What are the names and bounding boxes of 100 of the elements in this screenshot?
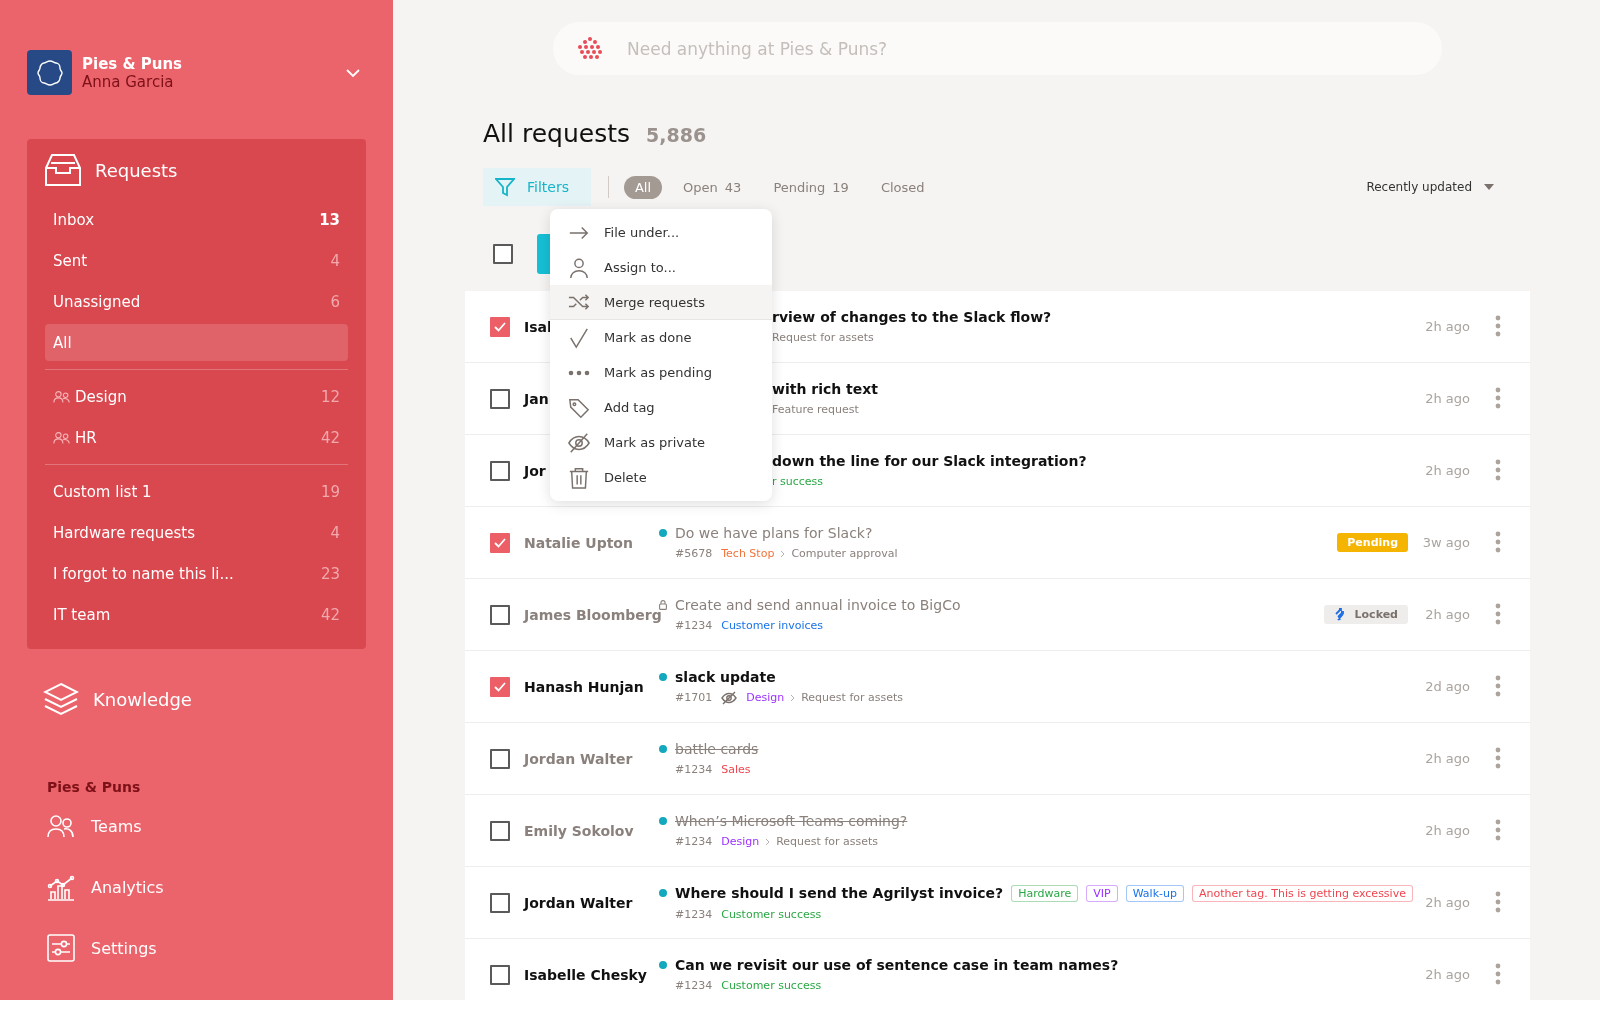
subcategory-label[interactable]: Request for assets xyxy=(801,691,904,704)
request-row[interactable]: Natalie Upton Do we have plans for Slack? #5678 Tech Stop Computer approval Pending 3w ago xyxy=(465,507,1530,579)
action-button[interactable] xyxy=(537,234,551,274)
status-tab[interactable]: All xyxy=(623,175,663,199)
request-subject[interactable]: Create and send annual invoice to BigCo xyxy=(675,597,961,613)
time-ago: 2h ago xyxy=(1424,823,1470,838)
select-all-checkbox[interactable] xyxy=(493,244,513,264)
time-ago: 2h ago xyxy=(1424,751,1470,766)
nav-item[interactable]: IT team 42 xyxy=(45,596,348,633)
request-number: #1234 xyxy=(675,907,713,921)
menu-item[interactable]: Mark as done xyxy=(550,320,772,355)
subcategory-label[interactable]: Feature request xyxy=(772,403,859,416)
category-label[interactable]: Customer invoices xyxy=(721,619,824,632)
workspace-name: Pies & Puns xyxy=(82,54,184,73)
time-ago: 2h ago xyxy=(1424,607,1470,622)
request-subject[interactable]: battle cards xyxy=(675,741,759,757)
nav-item[interactable]: All xyxy=(45,324,348,361)
category-label[interactable]: Tech Stop xyxy=(721,547,775,560)
checkbox[interactable] xyxy=(490,892,510,913)
nav-item[interactable]: HR 42 xyxy=(45,419,348,456)
requester-name: James Bloomberg xyxy=(524,606,662,623)
sort-dropdown[interactable]: Recently updated xyxy=(1360,179,1500,195)
status-tab[interactable]: Pending 19 xyxy=(762,175,860,199)
time-ago: 2h ago xyxy=(1424,391,1470,406)
requester-name: Jordan Walter xyxy=(524,750,633,767)
checkbox[interactable] xyxy=(490,532,510,553)
filters-button[interactable]: Filters xyxy=(483,168,591,206)
eye-slash-icon xyxy=(568,431,590,454)
chevron-icon xyxy=(790,693,796,702)
request-row[interactable]: Emily Sokolov When’s Microsoft Teams coming? #1234 Design Request for assets 2h ago xyxy=(465,795,1530,867)
request-row[interactable]: Isabelle Chesky Can we revisit our use of sentence case in team names? #1234 Customer success 2h ago xyxy=(465,939,1530,1000)
checkbox[interactable] xyxy=(490,460,510,481)
checkbox[interactable] xyxy=(490,748,510,769)
request-subject[interactable]: down the line for our Slack integration? xyxy=(772,453,1087,469)
category-label[interactable]: Design xyxy=(746,691,785,704)
nav-item[interactable]: Custom list 1 19 xyxy=(45,473,348,510)
people-icon xyxy=(53,389,71,404)
nav-count: 6 xyxy=(330,292,340,311)
section-title[interactable]: Requests xyxy=(95,159,178,181)
funnel-icon xyxy=(495,177,515,197)
request-subject[interactable]: Where should I send the Agrilyst invoice? xyxy=(675,885,1004,901)
request-subject[interactable]: Can we revisit our use of sentence case in team names? xyxy=(675,957,1119,973)
tag: Another tag. This is getting excessive xyxy=(1191,884,1413,902)
nav-link[interactable]: Analytics xyxy=(91,877,164,897)
search-field[interactable]: Need anything at Pies & Puns? xyxy=(553,22,1442,75)
category-label[interactable]: Sales xyxy=(721,763,751,776)
checkbox[interactable] xyxy=(490,388,510,409)
user-name: Anna Garcia xyxy=(82,72,175,91)
menu-item[interactable]: Add tag xyxy=(550,390,772,425)
status-tab[interactable]: Open 43 xyxy=(672,175,753,199)
chevron-icon xyxy=(765,837,771,846)
nav-label: Unassigned xyxy=(53,292,142,311)
request-subject[interactable]: When’s Microsoft Teams coming? xyxy=(675,813,908,829)
nav-item[interactable]: Sent 4 xyxy=(45,242,348,279)
status-tab[interactable]: Closed xyxy=(869,175,936,199)
category-label[interactable]: Design xyxy=(721,835,760,848)
menu-item[interactable]: File under... xyxy=(550,215,772,250)
nav-label: I forgot to name this li... xyxy=(53,564,235,583)
category-label[interactable]: Customer success xyxy=(721,979,822,992)
tag: Hardware xyxy=(1011,884,1079,902)
subcategory-label[interactable]: Request for assets xyxy=(772,331,874,344)
request-row[interactable]: James Bloomberg Create and send annual invoice to BigCo #1234 Customer invoices Locked 2h ago xyxy=(465,579,1530,651)
request-subject[interactable]: slack update xyxy=(675,668,776,685)
nav-item[interactable]: Design 12 xyxy=(45,378,348,415)
request-row[interactable]: Hanash Hunjan slack update #1701 Design Request for assets 2d ago xyxy=(465,651,1530,723)
request-subject[interactable]: with rich text xyxy=(772,381,879,397)
nav-item[interactable]: Inbox 13 xyxy=(45,201,348,238)
request-number: #1234 xyxy=(675,619,713,632)
menu-item[interactable]: Assign to... xyxy=(550,250,772,285)
requester-name: Natalie Upton xyxy=(524,534,633,551)
requester-name: Emily Sokolov xyxy=(524,822,634,839)
category-label[interactable]: r success xyxy=(772,475,824,488)
request-subject[interactable]: Do we have plans for Slack? xyxy=(675,525,873,541)
menu-item[interactable]: Delete xyxy=(550,460,772,495)
subcategory-label[interactable]: Computer approval xyxy=(791,547,898,560)
checkbox[interactable] xyxy=(490,820,510,841)
checkbox[interactable] xyxy=(490,964,510,985)
subcategory-label[interactable]: Request for assets xyxy=(776,835,879,848)
category-label[interactable]: Customer success xyxy=(721,907,822,921)
nav-item[interactable]: Hardware requests 4 xyxy=(45,514,348,551)
nav-link[interactable]: Settings xyxy=(91,938,157,958)
layers-icon xyxy=(43,682,79,716)
checkbox[interactable] xyxy=(490,316,510,337)
search-input[interactable]: Need anything at Pies & Puns? xyxy=(625,37,1418,60)
time-ago: 2h ago xyxy=(1424,319,1470,334)
nav-label: Sent xyxy=(53,251,89,270)
checkbox[interactable] xyxy=(490,676,510,697)
nav-link[interactable]: Teams xyxy=(91,816,142,836)
request-subject[interactable]: rview of changes to the Slack flow? xyxy=(772,309,1052,325)
knowledge-link[interactable]: Knowledge xyxy=(93,688,192,710)
menu-item[interactable]: Merge requests xyxy=(550,285,772,320)
nav-count: 13 xyxy=(319,210,340,229)
status-badge: Locked xyxy=(1323,605,1408,624)
nav-item[interactable]: I forgot to name this li... 23 xyxy=(45,555,348,592)
checkbox[interactable] xyxy=(490,604,510,625)
nav-item[interactable]: Unassigned 6 xyxy=(45,283,348,320)
settings-icon xyxy=(47,934,75,962)
request-row[interactable]: Jordan Walter battle cards #1234 Sales 2h ago xyxy=(465,723,1530,795)
request-row[interactable]: Jordan Walter Where should I send the Agrilyst invoice? Hardware VIP Walk-up Another tag. This is getting excessive #1234 Customer success 2h ago xyxy=(465,867,1530,939)
check-icon xyxy=(568,326,590,349)
